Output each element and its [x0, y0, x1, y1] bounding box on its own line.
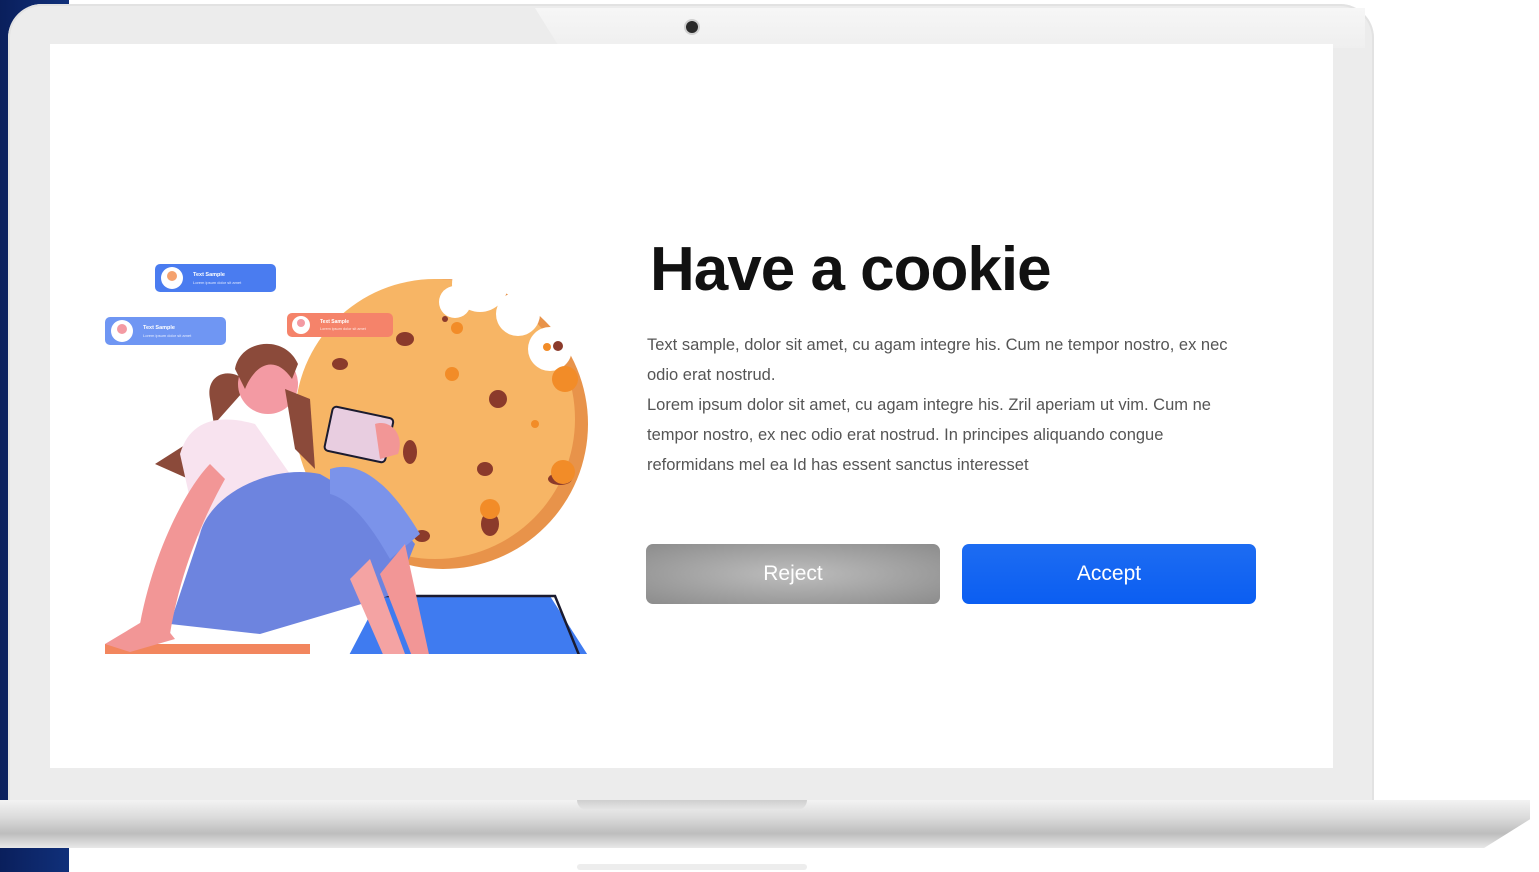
- laptop-hinge-notch: [577, 800, 807, 810]
- chat-bubble-title: Text Sample: [320, 319, 349, 325]
- accept-button[interactable]: Accept: [962, 544, 1256, 604]
- webcam-icon: [686, 21, 698, 33]
- laptop-screen: Text Sample Lorem ipsum dolor sit amet T…: [50, 44, 1333, 768]
- chat-bubble-subtitle: Lorem ipsum dolor sit amet: [143, 333, 192, 338]
- chat-bubble-subtitle: Lorem ipsum dolor sit amet: [193, 280, 242, 285]
- cookie-illustration: Text Sample Lorem ipsum dolor sit amet T…: [105, 256, 588, 654]
- chat-bubble: Text Sample Lorem ipsum dolor sit amet: [287, 313, 393, 337]
- dialog-paragraph: Text sample, dolor sit amet, cu agam int…: [647, 336, 1228, 384]
- reject-button[interactable]: Reject: [646, 544, 940, 604]
- chat-bubble-title: Text Sample: [143, 325, 175, 331]
- chat-bubble: Text Sample Lorem ipsum dolor sit amet: [155, 264, 276, 292]
- dialog-title: Have a cookie: [650, 235, 1052, 304]
- dialog-body: Text sample, dolor sit amet, cu agam int…: [647, 330, 1247, 480]
- dialog-paragraph: Lorem ipsum dolor sit amet, cu agam inte…: [647, 396, 1211, 474]
- chat-bubble: Text Sample Lorem ipsum dolor sit amet: [105, 317, 226, 345]
- chat-bubble-subtitle: Lorem ipsum dolor sit amet: [320, 327, 367, 331]
- laptop-base-shadow: [577, 864, 807, 870]
- chat-bubble-title: Text Sample: [193, 272, 225, 278]
- lid-highlight: [535, 8, 1365, 48]
